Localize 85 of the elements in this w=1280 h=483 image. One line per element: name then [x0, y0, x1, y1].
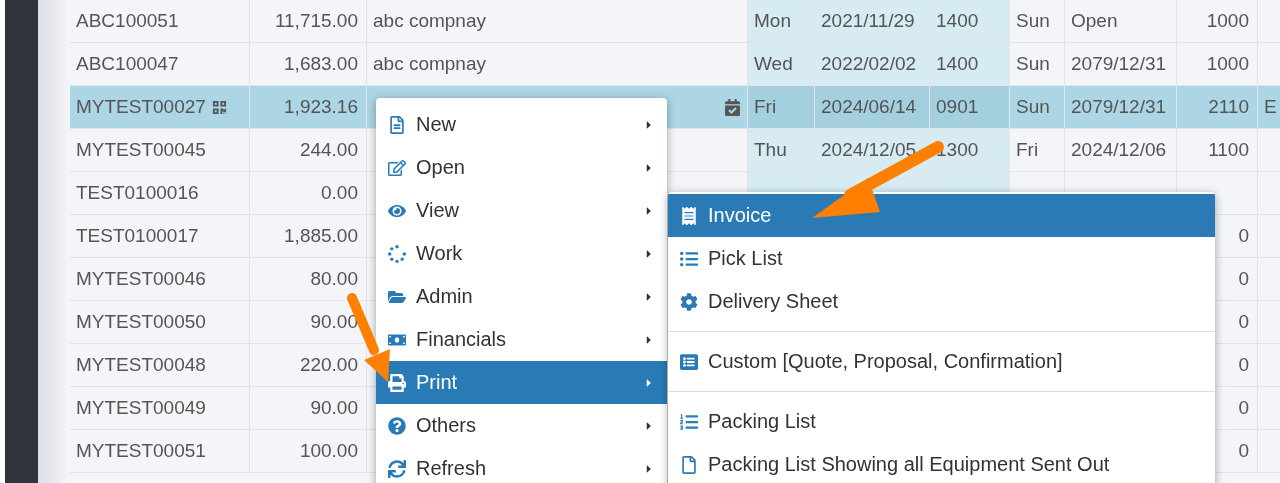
numbered-list-icon: [680, 412, 698, 431]
cell-text: 1400: [936, 10, 979, 32]
cell-text: Thu: [754, 139, 787, 161]
cell-text: 2110: [1208, 96, 1249, 118]
list-icon: [680, 249, 698, 268]
cell-text: 0: [1238, 397, 1249, 419]
menu-item[interactable]: Delivery Sheet: [668, 280, 1215, 323]
cell-text: 244.00: [299, 139, 358, 161]
cell-text: abc compnay: [373, 53, 486, 75]
cell-text: MYTEST00050: [76, 311, 206, 333]
menu-item[interactable]: Open: [376, 146, 667, 189]
cell-text: MYTEST00049: [76, 397, 206, 419]
menu-item[interactable]: Pick List: [668, 237, 1215, 280]
menu-item[interactable]: Packing List Showing all Equipment Sent Out: [668, 443, 1215, 483]
cell-text: 1400: [936, 53, 979, 75]
cell-text: 2079/12/31: [1071, 53, 1167, 75]
cell-text: 0: [1238, 268, 1249, 290]
edit-icon: [388, 158, 406, 177]
cell-text: E: [1264, 96, 1277, 118]
cell-text: 0: [1238, 440, 1249, 462]
cell-text: 0901: [936, 96, 979, 118]
cell-text: 0: [1238, 354, 1249, 376]
cell-text: MYTEST00045: [76, 139, 206, 161]
cell-text: Mon: [754, 10, 791, 32]
cell-text: 1,923.16: [284, 96, 358, 118]
refresh-icon: [388, 459, 406, 478]
cell-text: 1,885.00: [284, 225, 358, 247]
gear-icon: [680, 292, 698, 311]
cell-text: 1,683.00: [284, 53, 358, 75]
cell-text: 2022/02/02: [821, 53, 917, 75]
menu-item[interactable]: View: [376, 189, 667, 232]
cell-text: 2024/06/14: [821, 96, 917, 118]
cell-text: 0: [1238, 311, 1249, 333]
cell-text: Wed: [754, 53, 793, 75]
cell-text: 90.00: [310, 311, 358, 333]
cell-text: 80.00: [310, 268, 358, 290]
cell-text: 2024/12/06: [1071, 139, 1167, 161]
document-icon: [388, 115, 406, 134]
table-row[interactable]: ABC100051 11,715.00 abc compnay Mon 2021/11/29 1400 Sun Open 1000: [70, 0, 1280, 43]
cell-text: 220.00: [299, 354, 358, 376]
help-icon: [388, 416, 406, 435]
cell-text: Fri: [754, 96, 777, 118]
cell-text: ABC100047: [76, 53, 179, 75]
cell-text: 2021/11/29: [821, 10, 915, 32]
menu-item[interactable]: Packing List: [668, 400, 1215, 443]
cell-text: Sun: [1016, 96, 1050, 118]
list-icon: [680, 352, 698, 371]
cell-text: 0: [1238, 225, 1249, 247]
cell-text: 2079/12/31: [1071, 96, 1167, 118]
cell-text: Sun: [1016, 53, 1050, 75]
menu-item[interactable]: Invoice: [668, 194, 1215, 237]
cell-text: TEST0100016: [76, 182, 199, 204]
cell-text: MYTEST00027: [76, 96, 206, 118]
cell-text: Fri: [1016, 139, 1039, 161]
file-icon: [680, 455, 698, 474]
cell-text: 1100: [1208, 139, 1249, 161]
menu-item[interactable]: Financials: [376, 318, 667, 361]
cell-text: TEST0100017: [76, 225, 199, 247]
cell-text: Open: [1071, 10, 1118, 32]
cell-text: MYTEST00046: [76, 268, 206, 290]
cell-text: 1000: [1206, 53, 1249, 75]
menu-item[interactable]: Admin: [376, 275, 667, 318]
cell-text: 1000: [1206, 10, 1249, 32]
menu-item[interactable]: Others: [376, 404, 667, 447]
receipt-icon: [680, 206, 698, 225]
cell-text: 2024/12/05: [821, 139, 917, 161]
cell-text: 11,715.00: [274, 10, 358, 32]
cell-text: 90.00: [310, 397, 358, 419]
cell-text: 0.00: [321, 182, 358, 204]
calendar-icon[interactable]: [724, 98, 741, 116]
qr-code-icon[interactable]: [211, 99, 227, 115]
cell-text: ABC100051: [76, 10, 179, 32]
menu-item[interactable]: Refresh: [376, 447, 667, 483]
cell-text: Sun: [1016, 10, 1050, 32]
cell-text: 100.00: [299, 440, 358, 462]
table-row[interactable]: ABC100047 1,683.00 abc compnay Wed 2022/02/02 1400 Sun 2079/12/31 1000: [70, 43, 1280, 86]
menu-item[interactable]: Custom [Quote, Proposal, Confirmation]: [668, 340, 1215, 383]
cell-text: MYTEST00048: [76, 354, 206, 376]
spinner-icon: [388, 244, 406, 263]
print-icon: [388, 373, 406, 392]
cell-text: MYTEST00051: [76, 440, 206, 462]
menu-item[interactable]: Print: [376, 361, 667, 404]
cell-text: abc compnay: [373, 10, 486, 32]
menu-item[interactable]: Work: [376, 232, 667, 275]
menu-item[interactable]: New: [376, 103, 667, 146]
